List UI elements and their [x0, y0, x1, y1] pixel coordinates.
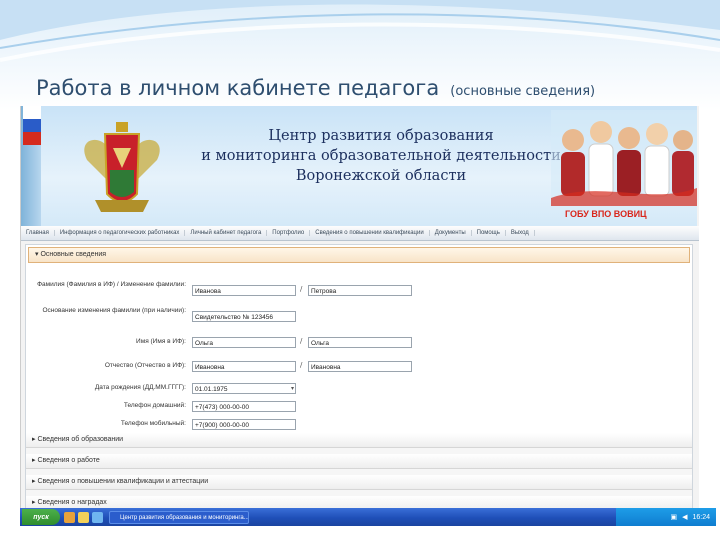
menu-item-documents[interactable]: Документы: [430, 230, 472, 236]
section-qualification[interactable]: ▸ Сведения о повышении квалификации и ат…: [26, 475, 692, 490]
section-education[interactable]: ▸ Сведения об образовании: [26, 433, 692, 448]
network-icon[interactable]: ▣: [670, 513, 677, 521]
flag-icon: [23, 106, 41, 145]
banner-line-3: Воронежской области: [295, 168, 467, 184]
menu-item-qualification[interactable]: Сведения о повышении квалификации: [310, 230, 430, 236]
folder-icon[interactable]: [78, 511, 89, 523]
site-banner: Центр развития образования и мониторинга…: [41, 106, 697, 226]
ie-icon[interactable]: [64, 511, 75, 523]
taskbar-window-button[interactable]: Центр развития образования и мониторинга…: [109, 510, 249, 524]
volume-icon[interactable]: ◀: [682, 513, 687, 521]
banner-line-1: Центр развития образования: [268, 128, 494, 144]
birthdate-value: 01.01.1975: [195, 386, 228, 393]
menu-item-exit[interactable]: Выход: [506, 230, 535, 236]
clock: 16:24: [692, 513, 710, 521]
top-menu: Главная Информация о педагогических рабо…: [21, 226, 699, 241]
coat-of-arms-icon: [84, 122, 160, 212]
menu-item-teachers[interactable]: Информация о педагогических работниках: [55, 230, 186, 236]
chevron-down-icon[interactable]: ▾: [291, 384, 294, 393]
label-birthdate: Дата рождения (ДД.ММ.ГГГГ):: [94, 384, 186, 391]
browser-screenshot: Центр развития образования и мониторинга…: [20, 106, 699, 526]
name-changed-input[interactable]: Ольга: [308, 337, 412, 348]
name-input[interactable]: Ольга: [192, 337, 296, 348]
home-phone-input[interactable]: +7(473) 000-00-00: [192, 401, 296, 412]
menu-item-home[interactable]: Главная: [21, 230, 55, 236]
children-photo-icon: [551, 110, 697, 206]
org-badge: ГОБУ ВПО ВОВИЦ: [565, 209, 647, 219]
label-mobile-phone: Телефон мобильный:: [120, 420, 186, 427]
label-name: Имя (Имя в ИФ):: [136, 338, 186, 345]
patronymic-changed-input[interactable]: Ивановна: [308, 361, 412, 372]
label-surname-basis: Основание изменения фамилии (при наличии…: [42, 307, 187, 314]
surname-input[interactable]: Иванова: [192, 285, 296, 296]
quick-launch: [64, 511, 103, 523]
surname-changed-input[interactable]: Петрова: [308, 285, 412, 296]
slide-title-main: Работа в личном кабинете педагога: [36, 76, 440, 100]
patronymic-input[interactable]: Ивановна: [192, 361, 296, 372]
menu-item-cabinet[interactable]: Личный кабинет педагога: [185, 230, 268, 236]
slide-title: Работа в личном кабинете педагога (основ…: [36, 76, 595, 100]
menu-item-help[interactable]: Помощь: [472, 230, 506, 236]
browser-window-label: Центр развития образования и мониторинга…: [120, 514, 249, 521]
slide-title-sub: (основные сведения): [450, 84, 596, 99]
desktop-icon[interactable]: [92, 511, 103, 523]
birthdate-select[interactable]: 01.01.1975 ▾: [192, 383, 296, 394]
label-home-phone: Телефон домашний:: [123, 402, 186, 409]
start-button[interactable]: пуск: [22, 509, 60, 525]
section-main-info[interactable]: ▾ Основные сведения: [28, 247, 690, 263]
menu-item-portfolio[interactable]: Портфолио: [267, 230, 311, 236]
surname-basis-input[interactable]: Свидетельство № 123456: [192, 311, 296, 322]
left-flag-strip: [21, 106, 41, 226]
label-patronymic: Отчество (Отчество в ИФ):: [104, 362, 186, 369]
banner-line-2: и мониторинга образовательной деятельнос…: [201, 148, 561, 164]
mobile-phone-input[interactable]: +7(900) 000-00-00: [192, 419, 296, 430]
windows-taskbar: пуск Центр развития образования и монито…: [20, 508, 716, 526]
cabinet-content: ▾ Основные сведения Фамилия (Фамилия в И…: [25, 244, 693, 518]
system-tray: ▣ ◀ 16:24: [616, 508, 716, 526]
main-info-form: Фамилия (Фамилия в ИФ) / Изменение фамил…: [26, 263, 692, 433]
banner-title: Центр развития образования и мониторинга…: [201, 126, 561, 186]
section-work[interactable]: ▸ Сведения о работе: [26, 454, 692, 469]
label-surname: Фамилия (Фамилия в ИФ) / Изменение фамил…: [37, 281, 186, 288]
